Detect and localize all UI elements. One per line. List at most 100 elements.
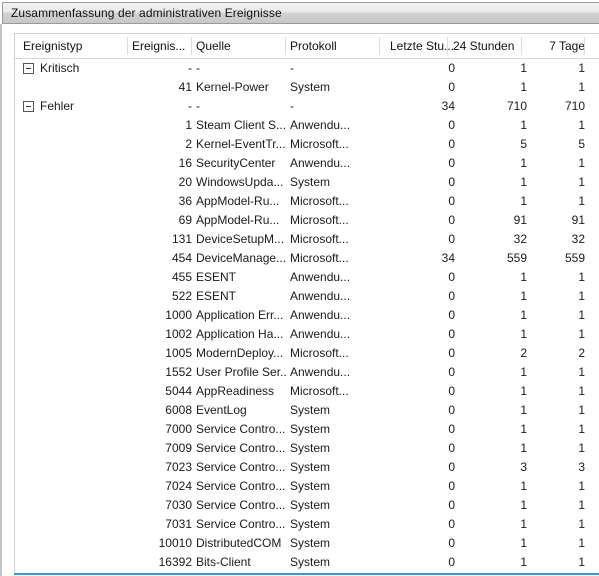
collapse-minus-icon[interactable]	[23, 63, 34, 74]
cell-quelle: Kernel-EventTr...	[196, 137, 286, 151]
cell-protokoll: System	[290, 441, 331, 455]
cell-quelle: DeviceSetupM...	[196, 232, 285, 246]
cell-letzte_stunde: 0	[448, 289, 455, 303]
cell-quelle: Service Contro...	[196, 479, 286, 493]
cell-letzte_stunde: 0	[448, 403, 455, 417]
table-row[interactable]: 1000 Application Err... Anwendu... 0 1 1	[15, 306, 599, 325]
table-group-row[interactable]: Fehler - - -34 710 710	[15, 97, 599, 116]
cell-ereignis_id: 1005	[165, 346, 192, 360]
table-row[interactable]: 7000 Service Contro... System 0 1 1	[15, 420, 599, 439]
cell-quelle: User Profile Ser...	[196, 365, 286, 379]
table-row[interactable]: 131 DeviceSetupM... Microsoft... 0 32 32	[15, 230, 599, 249]
cell-ereignis_id: 16392	[158, 555, 192, 569]
table-row[interactable]: 7030 Service Contro... System 0 1 1	[15, 496, 599, 515]
column-divider[interactable]	[584, 37, 585, 55]
table-row[interactable]: 6008 EventLog System 0 1 1	[15, 401, 599, 420]
collapse-minus-icon[interactable]	[23, 101, 34, 112]
column-header-quelle[interactable]: Quelle	[196, 34, 286, 58]
cell-protokoll: System	[290, 479, 331, 493]
cell-7_tage: 1	[578, 517, 585, 531]
cell-quelle: WindowsUpda...	[196, 175, 284, 189]
table-group-row[interactable]: Kritisch - - -0 1 1	[15, 59, 599, 78]
cell-ereignis_id: 36	[178, 194, 192, 208]
cell-7_tage: 1	[578, 118, 585, 132]
column-divider[interactable]	[191, 37, 192, 55]
cell-protokoll: Anwendu...	[290, 327, 351, 341]
cell-protokoll: System	[290, 403, 331, 417]
column-header-ereignistyp[interactable]: Ereignistyp	[23, 34, 133, 58]
cell-letzte_stunde: 34	[441, 99, 455, 113]
column-divider[interactable]	[285, 37, 286, 55]
column-header-ereignis_id[interactable]: Ereignis...	[132, 34, 192, 58]
table-row[interactable]: 1 Steam Client S... Anwendu... 0 1 1	[15, 116, 599, 135]
table-row[interactable]: 10010 DistributedCOM System 0 1 1	[15, 534, 599, 553]
cell-quelle: Service Contro...	[196, 498, 286, 512]
cell-protokoll: Microsoft...	[290, 346, 349, 360]
table-row[interactable]: 2 Kernel-EventTr... Microsoft... 0 5 5	[15, 135, 599, 154]
cell-quelle: ESENT	[196, 270, 237, 284]
cell-ereignis_id: 7023	[165, 460, 192, 474]
table-row[interactable]: 36 AppModel-Ru... Microsoft... 0 1 1	[15, 192, 599, 211]
cell-protokoll: -	[290, 61, 294, 75]
cell-letzte_stunde: 0	[448, 80, 455, 94]
table-row[interactable]: 7031 Service Contro... System 0 1 1	[15, 515, 599, 534]
cell-protokoll: Anwendu...	[290, 308, 351, 322]
table-row[interactable]: 20 WindowsUpda... System 0 1 1	[15, 173, 599, 192]
cell-7_tage: 1	[578, 555, 585, 569]
cell-letzte_stunde: 0	[448, 232, 455, 246]
column-divider[interactable]	[379, 37, 380, 55]
column-header-7_tage[interactable]: 7 Tage	[513, 34, 585, 58]
cell-quelle: Service Contro...	[196, 517, 286, 531]
bottom-accent-line	[14, 573, 599, 575]
table-row[interactable]: 16 SecurityCenter Anwendu... 0 1 1	[15, 154, 599, 173]
table-row[interactable]: 16392 Bits-Client System 0 1 1	[15, 553, 599, 572]
cell-ereignis_id: 1002	[165, 327, 192, 341]
cell-letzte_stunde: 0	[448, 460, 455, 474]
cell-quelle: AppModel-Ru...	[196, 213, 280, 227]
table-row[interactable]: 41 Kernel-Power System 0 1 1	[15, 78, 599, 97]
cell-quelle: Bits-Client	[196, 555, 251, 569]
cell-quelle: SecurityCenter	[196, 156, 276, 170]
table-row[interactable]: 7023 Service Contro... System 0 3 3	[15, 458, 599, 477]
table-row[interactable]: 1002 Application Ha... Anwendu... 0 1 1	[15, 325, 599, 344]
column-header-protokoll[interactable]: Protokoll	[290, 34, 368, 58]
table-row[interactable]: 454 DeviceManage... Microsoft... 34 559 559	[15, 249, 599, 268]
table-row[interactable]: 7024 Service Contro... System 0 1 1	[15, 477, 599, 496]
table-row[interactable]: 455 ESENT Anwendu... 0 1 1	[15, 268, 599, 287]
cell-letzte_stunde: 0	[448, 422, 455, 436]
column-header-letzte_stunde[interactable]: Letzte Stu...	[390, 34, 455, 58]
cell-7_tage: 559	[564, 251, 585, 265]
cell-protokoll: System	[290, 517, 331, 531]
table-row[interactable]: 1005 ModernDeploy... Microsoft... 0 2 2	[15, 344, 599, 363]
cell-quelle: Application Err...	[196, 308, 284, 322]
cell-quelle: Steam Client S...	[196, 118, 286, 132]
cell-protokoll: System	[290, 80, 331, 94]
cell-7_tage: 1	[578, 61, 585, 75]
column-divider[interactable]	[447, 37, 448, 55]
cell-quelle: Application Ha...	[196, 327, 284, 341]
cell-7_tage: 1	[578, 422, 585, 436]
table-row[interactable]: 5044 AppReadiness Microsoft... 0 1 1	[15, 382, 599, 401]
cell-ereignis_id: 131	[171, 232, 192, 246]
cell-letzte_stunde: 0	[448, 137, 455, 151]
cell-protokoll: System	[290, 460, 331, 474]
cell-ereignis_id: 522	[171, 289, 192, 303]
cell-letzte_stunde: 0	[448, 479, 455, 493]
cell-letzte_stunde: 0	[448, 555, 455, 569]
cell-letzte_stunde: 0	[448, 498, 455, 512]
column-divider[interactable]	[127, 37, 128, 55]
table-row[interactable]: 69 AppModel-Ru... Microsoft... 0 91 91	[15, 211, 599, 230]
group-label: Kritisch	[40, 61, 80, 75]
cell-protokoll: Microsoft...	[290, 384, 349, 398]
cell-letzte_stunde: 0	[448, 536, 455, 550]
table-row[interactable]: 522 ESENT Anwendu... 0 1 1	[15, 287, 599, 306]
cell-ereignis_id: 20	[178, 175, 192, 189]
cell-quelle: EventLog	[196, 403, 247, 417]
table-row[interactable]: 7009 Service Contro... System 0 1 1	[15, 439, 599, 458]
cell-quelle: Service Contro...	[196, 422, 286, 436]
cell-ereignis_id: 454	[171, 251, 192, 265]
column-divider[interactable]	[521, 37, 522, 55]
cell-protokoll: Anwendu...	[290, 365, 351, 379]
cell-protokoll: Microsoft...	[290, 232, 349, 246]
table-row[interactable]: 1552 User Profile Ser... Anwendu... 0 1 1	[15, 363, 599, 382]
